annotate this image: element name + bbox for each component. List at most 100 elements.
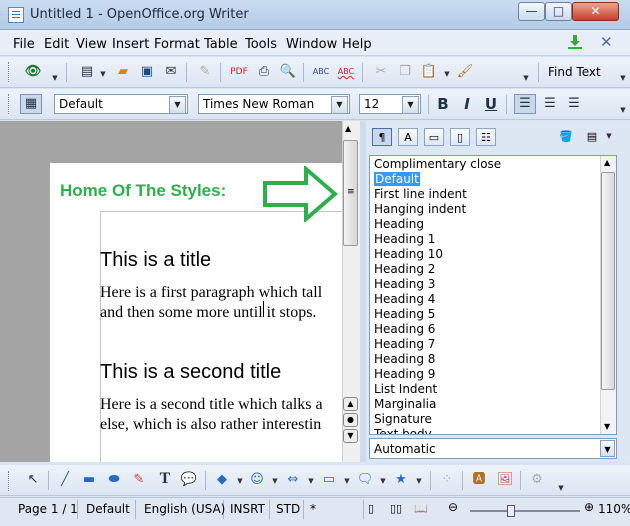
menu-edit[interactable]: Edit	[44, 37, 69, 52]
update-download-icon[interactable]	[566, 34, 584, 50]
ellipse-tool-icon[interactable]: ⬬	[105, 471, 123, 489]
list-item[interactable]: Heading 2	[374, 262, 435, 276]
menu-tools[interactable]: Tools	[245, 37, 277, 52]
chevron-down-icon[interactable]: ▼	[306, 477, 316, 485]
from-file-image-icon[interactable]: 🖼	[496, 471, 514, 489]
list-item[interactable]: Default	[374, 172, 420, 186]
list-item[interactable]: Heading 6	[374, 322, 435, 336]
toolbar-overflow-icon[interactable]: ▼	[618, 74, 628, 82]
points-icon[interactable]: ⁘	[438, 471, 456, 489]
copy-icon[interactable]: ❐	[396, 63, 414, 81]
zoom-level[interactable]: 110%	[598, 502, 630, 516]
styles-list[interactable]: Complimentary close Default First line i…	[369, 155, 617, 435]
book-view-icon[interactable]: 📖	[414, 502, 428, 515]
menu-file[interactable]: File	[13, 37, 35, 52]
toolbar-overflow-icon[interactable]: ▼	[556, 484, 566, 492]
autospellcheck-icon[interactable]: ABC	[337, 63, 355, 81]
extrusion-toggle-icon[interactable]: ⚙	[528, 471, 546, 489]
binoculars-icon[interactable]: 👁	[24, 63, 42, 81]
open-folder-icon[interactable]: ▰	[114, 63, 132, 81]
insert-mode-indicator[interactable]: INSRT	[224, 500, 270, 519]
format-paintbrush-icon[interactable]: 🖌	[456, 63, 474, 81]
page-preview-icon[interactable]: 🔍	[279, 63, 297, 81]
bold-button[interactable]: B	[434, 95, 452, 113]
chevron-down-icon[interactable]: ▼	[98, 70, 108, 78]
cut-icon[interactable]: ✂	[372, 63, 390, 81]
list-item[interactable]: Marginalia	[374, 397, 436, 411]
selection-mode-indicator[interactable]: STD	[270, 500, 304, 519]
align-left-icon[interactable]: ☰	[514, 94, 536, 114]
email-icon[interactable]: ✉	[162, 63, 180, 81]
styles-and-formatting-icon[interactable]: ▦	[20, 94, 42, 114]
underline-button[interactable]: U	[482, 95, 500, 113]
align-center-icon[interactable]: ☰	[541, 95, 559, 113]
find-text-label[interactable]: Find Text	[548, 65, 601, 79]
list-item[interactable]: Heading 5	[374, 307, 435, 321]
line-tool-icon[interactable]: ╱	[56, 471, 74, 489]
maximize-button[interactable]: □	[545, 2, 572, 21]
select-pointer-icon[interactable]: ↖	[24, 471, 42, 489]
freeform-line-icon[interactable]: ✎	[130, 471, 148, 489]
character-styles-icon[interactable]: A	[398, 128, 418, 146]
frame-styles-icon[interactable]: ▭	[424, 128, 444, 146]
toolbar-grip[interactable]	[8, 62, 12, 82]
chevron-down-icon[interactable]: ▼	[50, 74, 60, 82]
scroll-down-icon[interactable]: ▼	[604, 422, 610, 431]
scroll-up-icon[interactable]: ▲	[604, 158, 610, 167]
style-filter-combo[interactable]: Automatic ▼	[369, 438, 617, 459]
save-icon[interactable]: ▣	[138, 63, 156, 81]
list-item[interactable]: First line indent	[374, 187, 467, 201]
font-size-combo[interactable]: 12 ▼	[359, 94, 421, 114]
list-item[interactable]: Heading 7	[374, 337, 435, 351]
toolbar-overflow-icon[interactable]: ▼	[521, 74, 531, 82]
page-style-indicator[interactable]: Default	[80, 500, 136, 519]
navigator-button[interactable]: ●	[343, 413, 358, 427]
new-document-icon[interactable]: ▤	[78, 63, 96, 81]
export-pdf-icon[interactable]: PDF	[230, 63, 248, 81]
close-document-icon[interactable]: ✕	[600, 33, 613, 51]
list-item[interactable]: Heading 10	[374, 247, 443, 261]
text-tool-icon[interactable]: T	[156, 470, 174, 488]
chevron-down-icon[interactable]: ▼	[331, 96, 348, 114]
scroll-up-icon[interactable]: ▲	[345, 124, 351, 133]
list-item[interactable]: Heading	[374, 217, 424, 231]
chevron-down-icon[interactable]: ▼	[414, 477, 424, 485]
stars-icon[interactable]: ★	[392, 471, 410, 489]
callouts-icon[interactable]: 🗨	[356, 471, 374, 489]
block-arrows-icon[interactable]: ⇔	[284, 471, 302, 489]
language-indicator[interactable]: English (USA)	[138, 500, 225, 519]
align-right-icon[interactable]: ☰	[565, 95, 583, 113]
single-page-view-icon[interactable]: ▯	[368, 502, 374, 515]
paste-icon[interactable]: 📋	[420, 63, 438, 81]
next-page-button[interactable]: ▼	[343, 429, 358, 443]
menu-format[interactable]: Format	[154, 37, 200, 52]
list-item[interactable]: Heading 8	[374, 352, 435, 366]
list-styles-icon[interactable]: ☷	[476, 128, 496, 146]
chevron-down-icon[interactable]: ▼	[600, 440, 615, 457]
list-item[interactable]: Heading 9	[374, 367, 435, 381]
styles-list-scroll-thumb[interactable]	[601, 172, 615, 390]
menu-table[interactable]: Table	[204, 37, 238, 52]
list-item[interactable]: Complimentary close	[374, 157, 501, 171]
print-icon[interactable]: ⎙	[255, 63, 273, 81]
basic-shapes-icon[interactable]: ◆	[213, 471, 231, 489]
paragraph-styles-icon[interactable]: ¶	[372, 128, 392, 146]
list-item[interactable]: Heading 1	[374, 232, 435, 246]
new-style-from-selection-icon[interactable]: ▤	[582, 128, 602, 146]
close-button[interactable]: ✕	[572, 2, 619, 21]
font-name-combo[interactable]: Times New Roman ▼	[198, 94, 350, 114]
chevron-down-icon[interactable]: ▼	[235, 477, 245, 485]
zoom-slider-track[interactable]	[470, 510, 580, 512]
list-item[interactable]: Text body	[374, 427, 432, 434]
italic-button[interactable]: I	[458, 95, 476, 113]
toolbar-overflow-icon[interactable]: ▼	[618, 106, 628, 114]
list-item[interactable]: Hanging indent	[374, 202, 466, 216]
zoom-in-icon[interactable]: ⊕	[584, 500, 594, 514]
spellcheck-icon[interactable]: ABC	[312, 63, 330, 81]
menu-help[interactable]: Help	[342, 37, 372, 52]
paragraph-style-combo[interactable]: Default ▼	[54, 94, 188, 114]
minimize-button[interactable]: —	[518, 2, 545, 21]
list-item[interactable]: Heading 3	[374, 277, 435, 291]
previous-page-button[interactable]: ▲	[343, 397, 358, 411]
document-modified-indicator[interactable]: *	[304, 500, 364, 519]
